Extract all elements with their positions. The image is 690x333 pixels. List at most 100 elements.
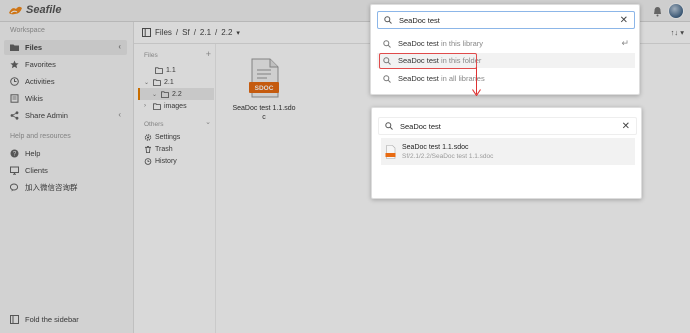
tree-item-settings[interactable]: Settings (144, 131, 180, 143)
sidebar-item-label: Clients (25, 166, 48, 175)
sidebar-item-files[interactable]: Files ‹ (4, 40, 127, 55)
sidebar-item-label: Wikis (25, 94, 43, 103)
tree-node-1-1[interactable]: 1.1 (146, 64, 176, 76)
help-section-title: Help and resources (10, 133, 71, 140)
sort-control[interactable]: ↑↓ ▾ (671, 28, 684, 37)
tree-panel-icon[interactable] (142, 28, 151, 37)
search-query: SeaDoc test (400, 121, 441, 131)
tree-node-label: 1.1 (166, 66, 176, 74)
history-icon (144, 157, 152, 165)
sidebar-item-wechat-group[interactable]: 加入微信咨询群 (4, 180, 127, 195)
sdoc-file-icon: SDOC (249, 58, 279, 98)
tree-item-label: Trash (155, 145, 173, 153)
breadcrumb-item[interactable]: Sf (182, 28, 190, 37)
close-icon[interactable]: ✕ (622, 121, 630, 132)
tree-node-label: images (164, 102, 187, 110)
close-icon[interactable]: ✕ (620, 15, 628, 26)
tree-item-label: Settings (155, 133, 181, 141)
search-results-panel: SeaDoc test ✕ SeaDoc test 1.1.sdoc Sf/2.… (371, 107, 642, 199)
suggestion-term: SeaDoc test (398, 39, 439, 48)
suggestion-scope: in this library (440, 39, 484, 48)
tree-node-label: 2.2 (172, 90, 182, 98)
workspace-title: Workspace (10, 27, 45, 34)
avatar[interactable] (668, 3, 684, 19)
sidebar-item-label: Favorites (25, 60, 56, 69)
sidebar-item-label: Files (25, 43, 43, 52)
chevron-right-icon[interactable]: › (144, 103, 150, 109)
breadcrumb-separator: / (175, 28, 179, 37)
result-name: SeaDoc test 1.1.sdoc (402, 143, 469, 151)
search-icon (383, 74, 391, 83)
annotation-highlight-box (379, 53, 477, 69)
logo[interactable]: Seafile (8, 4, 61, 16)
sidebar-item-share-admin[interactable]: Share Admin ‹ (4, 108, 127, 123)
folder-icon (10, 44, 19, 51)
folder-icon (153, 78, 161, 86)
chat-icon (10, 183, 19, 192)
chevron-left-icon: ‹ (118, 42, 121, 51)
brand-name: Seafile (26, 4, 62, 16)
sidebar-item-wikis[interactable]: Wikis (4, 91, 127, 106)
sidebar-item-favorites[interactable]: Favorites (4, 57, 127, 72)
breadcrumb: Files / Sf / 2.1 / 2.2 ▾ (142, 28, 240, 37)
suggestion-term: SeaDoc test (398, 74, 439, 83)
search-input[interactable]: SeaDoc test ✕ (378, 117, 637, 135)
fold-label: Fold the sidebar (25, 315, 79, 324)
sidebar-item-activities[interactable]: Activities (4, 74, 127, 89)
breadcrumb-item[interactable]: 2.1 (200, 28, 211, 37)
folder-icon (161, 90, 169, 98)
search-icon (385, 122, 393, 130)
tree-node-label: 2.1 (164, 78, 174, 86)
search-icon (384, 16, 392, 24)
result-path: Sf/2.1/2.2/SeaDoc test 1.1.sdoc (402, 152, 494, 160)
file-name[interactable]: SeaDoc test 1.1.sdoc (232, 104, 296, 122)
book-icon (10, 94, 19, 103)
search-input[interactable]: SeaDoc test ✕ (377, 11, 635, 29)
app-window: Seafile Workspace Files ‹ Favorites Acti… (0, 0, 690, 333)
add-icon[interactable]: + (206, 49, 211, 59)
enter-key-icon: ↵ (621, 38, 629, 48)
fold-sidebar-button[interactable]: Fold the sidebar (10, 315, 79, 324)
chevron-left-icon: ‹ (118, 110, 121, 119)
tree-item-label: History (155, 157, 177, 165)
search-suggestion-panel: SeaDoc test ✕ SeaDoc test in this librar… (370, 4, 640, 95)
tree-node-2-2[interactable]: ⌄ 2.2 (138, 88, 214, 100)
suggestion-in-library[interactable]: SeaDoc test in this library ↵ (377, 36, 635, 51)
folder-icon (155, 66, 163, 74)
seafile-logo-icon (9, 6, 22, 15)
help-icon: ? (10, 149, 19, 158)
tree-item-trash[interactable]: Trash (144, 143, 173, 155)
sidebar-item-label: Share Admin (25, 111, 68, 120)
tree-files-title: Files (144, 52, 158, 59)
suggestion-all-libraries[interactable]: SeaDoc test in all libraries (377, 71, 635, 86)
search-query: SeaDoc test (399, 15, 440, 25)
sidebar-item-clients[interactable]: Clients (4, 163, 127, 178)
search-result-item[interactable]: SeaDoc test 1.1.sdoc Sf/2.1/2.2/SeaDoc t… (381, 138, 635, 165)
trash-icon (145, 145, 151, 153)
sidebar-item-label: 加入微信咨询群 (25, 183, 78, 192)
clock-icon (10, 77, 19, 86)
tree-node-2-1[interactable]: ⌄ 2.1 (144, 76, 174, 88)
chevron-down-icon[interactable]: ⌄ (144, 79, 150, 86)
sidebar: Workspace Files ‹ Favorites Activities W… (0, 22, 134, 333)
share-icon (10, 111, 19, 120)
sidebar-collapse-icon (10, 315, 19, 324)
file-tile[interactable]: SDOC SeaDoc test 1.1.sdoc (232, 58, 296, 122)
tree-others-title: Others (144, 121, 164, 128)
sidebar-item-label: Activities (25, 77, 55, 86)
chevron-down-icon[interactable]: ⌄ (205, 118, 211, 126)
chevron-down-icon[interactable]: ▾ (236, 29, 240, 37)
sidebar-item-help[interactable]: ? Help (4, 146, 127, 161)
tree-item-history[interactable]: History (144, 155, 177, 167)
folder-icon (153, 102, 161, 110)
star-icon (10, 60, 19, 69)
breadcrumb-current[interactable]: 2.2 (221, 28, 232, 37)
monitor-icon (10, 166, 19, 175)
chevron-down-icon[interactable]: ⌄ (152, 91, 158, 98)
arrow-down-icon (472, 89, 481, 96)
svg-text:SDOC: SDOC (255, 85, 274, 92)
tree-node-images[interactable]: › images (144, 100, 187, 112)
bell-icon[interactable] (653, 6, 662, 17)
sdoc-file-icon (385, 144, 396, 159)
breadcrumb-root[interactable]: Files (155, 28, 172, 37)
